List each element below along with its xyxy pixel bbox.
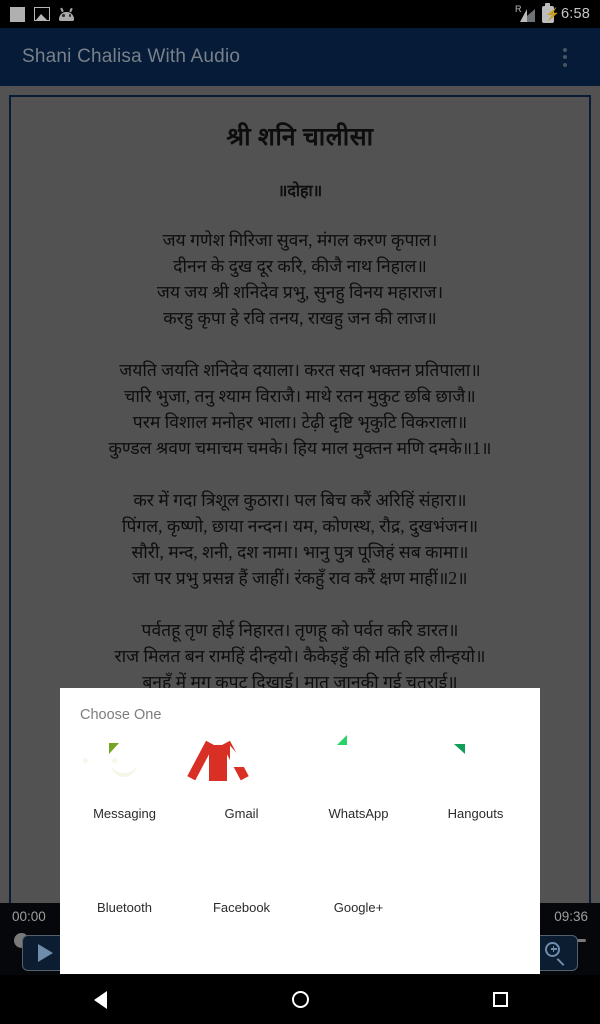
back-icon xyxy=(93,990,107,1009)
share-chooser-dialog: Choose One Messaging Gmail WhatsApp Hang… xyxy=(60,688,540,974)
bluetooth-icon: ℽ xyxy=(99,846,120,877)
app-option-bluetooth[interactable]: ℽ Bluetooth xyxy=(66,827,183,921)
whatsapp-icon xyxy=(334,745,384,795)
home-button[interactable] xyxy=(270,975,330,1024)
back-button[interactable] xyxy=(70,975,130,1024)
recents-button[interactable] xyxy=(470,975,530,1024)
app-option-gmail[interactable]: Gmail xyxy=(183,733,300,827)
app-label: Hangouts xyxy=(447,806,504,821)
phone-screen: R ⚡ 6:58 Shani Chalisa With Audio श्री श… xyxy=(0,0,600,1024)
app-option-facebook[interactable]: f Facebook xyxy=(183,827,300,921)
facebook-icon: f xyxy=(216,842,228,879)
app-label: Bluetooth xyxy=(97,900,152,915)
app-grid: Messaging Gmail WhatsApp Hangouts ℽ Blue… xyxy=(60,723,540,921)
app-label: WhatsApp xyxy=(328,806,389,821)
app-option-messaging[interactable]: Messaging xyxy=(66,733,183,827)
app-option-whatsapp[interactable]: WhatsApp xyxy=(300,733,417,827)
home-icon xyxy=(291,991,309,1008)
dialog-title: Choose One xyxy=(80,707,162,723)
google-plus-icon: G+ xyxy=(333,847,367,875)
hangouts-icon xyxy=(451,745,501,795)
messaging-icon xyxy=(82,745,150,795)
app-option-hangouts[interactable]: Hangouts xyxy=(417,733,534,827)
app-label: Google+ xyxy=(333,900,384,915)
navigation-bar xyxy=(0,975,600,1024)
app-label: Gmail xyxy=(224,806,259,821)
app-label: Facebook xyxy=(212,900,271,915)
gmail-icon xyxy=(186,740,267,795)
recents-icon xyxy=(492,992,508,1007)
app-option-google-plus[interactable]: G+ Google+ xyxy=(300,827,417,921)
app-label: Messaging xyxy=(93,806,156,821)
